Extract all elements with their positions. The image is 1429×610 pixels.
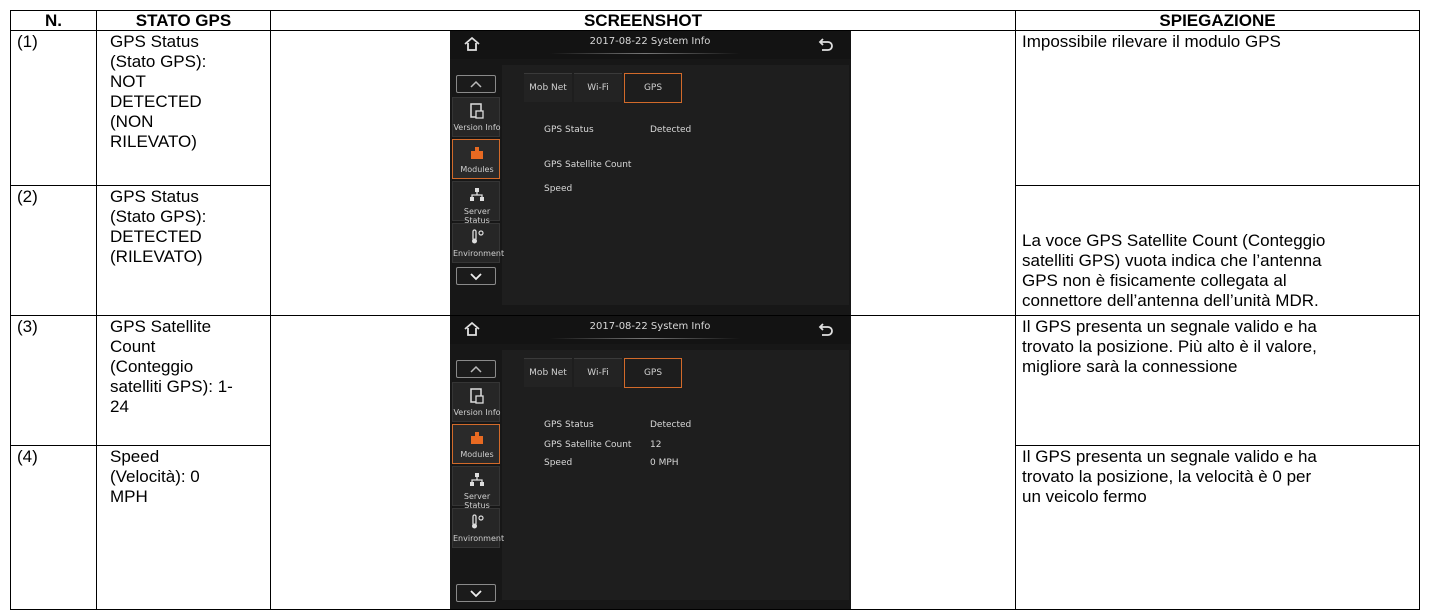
tab-mob-net[interactable]: Mob Net: [524, 73, 572, 102]
scroll-down-button[interactable]: [456, 584, 496, 602]
device-title: 2017-08-22 System Info: [589, 321, 711, 332]
thermometer-icon: [472, 229, 484, 244]
sidebar-item-environment[interactable]: Environment: [452, 508, 505, 548]
title-underline: [550, 338, 740, 339]
table-row-divider: [10, 445, 270, 446]
field-label: Speed: [544, 458, 573, 468]
network-icon: [470, 188, 484, 201]
tab-wifi[interactable]: Wi-Fi: [574, 73, 622, 102]
field-label: GPS Status: [544, 125, 594, 135]
document-icon: [470, 388, 484, 404]
sidebar-item-modules[interactable]: Modules: [452, 139, 500, 179]
sidebar-item-version-info[interactable]: Version Info: [452, 97, 501, 137]
document-icon: [470, 103, 484, 119]
field-label: GPS Satellite Count: [544, 440, 632, 450]
header-screenshot: SCREENSHOT: [583, 11, 703, 30]
row-state: GPS Status (Stato GPS): DETECTED (RILEVA…: [110, 187, 207, 266]
row-state: Speed (Velocità): 0 MPH: [110, 447, 200, 506]
row-explanation: Il GPS presenta un segnale valido e ha t…: [1022, 447, 1317, 506]
row-state: GPS Status (Stato GPS): NOT DETECTED (NO…: [110, 32, 207, 151]
field-value: 12: [650, 440, 662, 450]
table-col-divider: [96, 10, 97, 610]
sidebar-item-modules[interactable]: Modules: [452, 424, 500, 464]
table-border-left: [10, 10, 11, 610]
scroll-down-button[interactable]: [456, 267, 496, 285]
table-row-divider: [1015, 185, 1420, 186]
table-row-divider: [10, 185, 270, 186]
sidebar-item-version-info[interactable]: Version Info: [452, 382, 501, 422]
field-label: GPS Satellite Count: [544, 160, 632, 170]
back-icon[interactable]: [817, 321, 835, 339]
table-row-divider: [1015, 445, 1420, 446]
tab-wifi[interactable]: Wi-Fi: [574, 358, 622, 387]
sidebar-item-label: Environment: [453, 249, 505, 258]
row-num: (2): [17, 187, 38, 206]
row-num: (1): [17, 32, 38, 51]
scroll-up-button[interactable]: [456, 75, 496, 93]
field-label: GPS Status: [544, 420, 594, 430]
header-state: STATO GPS: [135, 11, 232, 30]
sidebar-item-server-status[interactable]: Server Status: [452, 181, 500, 225]
network-icon: [470, 473, 484, 486]
puzzle-icon: [471, 147, 483, 159]
row-explanation: Il GPS presenta un segnale valido e ha t…: [1022, 317, 1317, 376]
sidebar-item-label: Environment: [453, 534, 505, 543]
tab-mob-net[interactable]: Mob Net: [524, 358, 572, 387]
row-num: (4): [17, 447, 38, 466]
row-state: GPS Satellite Count (Conteggio satelliti…: [110, 317, 233, 416]
row-explanation: La voce GPS Satellite Count (Conteggio s…: [1022, 231, 1326, 310]
table-col-divider: [1015, 10, 1016, 610]
sidebar-item-server-status[interactable]: Server Status: [452, 466, 500, 510]
scroll-up-button[interactable]: [456, 360, 496, 378]
table-col-divider: [270, 10, 271, 610]
table-border-right: [1419, 10, 1420, 610]
chevron-down-icon: [470, 273, 482, 281]
row-num: (3): [17, 317, 38, 336]
chevron-up-icon: [470, 80, 482, 88]
chevron-down-icon: [470, 590, 482, 598]
device-screenshot: 2017-08-22 System Info Version Info Modu…: [450, 31, 851, 315]
row-explanation: Impossibile rilevare il modulo GPS: [1022, 32, 1281, 51]
field-value: Detected: [650, 125, 692, 135]
header-num: N.: [45, 11, 62, 30]
home-icon[interactable]: [463, 35, 481, 53]
field-value: Detected: [650, 420, 692, 430]
thermometer-icon: [472, 514, 484, 529]
chevron-up-icon: [470, 365, 482, 373]
device-title: 2017-08-22 System Info: [589, 36, 711, 47]
field-value: 0 MPH: [650, 458, 679, 468]
sidebar-item-label: Modules: [460, 165, 494, 174]
device-screenshot: 2017-08-22 System Info Version Info Modu…: [450, 316, 851, 609]
back-icon[interactable]: [817, 36, 835, 54]
home-icon[interactable]: [463, 320, 481, 338]
header-explanation: SPIEGAZIONE: [1159, 11, 1276, 30]
puzzle-icon: [471, 432, 483, 444]
tab-gps[interactable]: GPS: [624, 73, 682, 103]
sidebar-item-label: Version Info: [453, 408, 501, 417]
field-label: Speed: [544, 184, 573, 194]
title-underline: [550, 53, 740, 54]
sidebar-item-environment[interactable]: Environment: [452, 223, 505, 263]
sidebar-item-label: Modules: [460, 450, 494, 459]
tab-gps[interactable]: GPS: [624, 358, 682, 388]
sidebar-item-label: Version Info: [453, 123, 501, 132]
